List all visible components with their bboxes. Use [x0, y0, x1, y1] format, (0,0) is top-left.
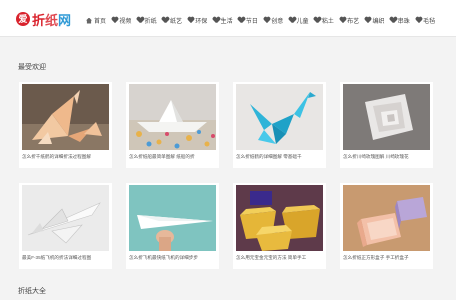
nav-item-knitting[interactable]: 编织: [364, 16, 384, 25]
card-caption[interactable]: 怎么折纸鹤的详细图解 零基础千: [236, 154, 324, 160]
thumbnail-ingots[interactable]: [236, 185, 323, 251]
nav-item-felt[interactable]: 毛毡: [415, 16, 435, 25]
card-caption[interactable]: 怎么折纸船最简单图解 纸船的折: [129, 154, 217, 160]
thumbnail-plane[interactable]: [129, 185, 216, 251]
card-caption[interactable]: 怎么折川崎玫瑰图解 川崎玫瑰花: [343, 154, 431, 160]
heart-icon: [111, 17, 118, 24]
nav-item-festival[interactable]: 节日: [238, 16, 258, 25]
heart-icon: [364, 17, 371, 24]
article-card[interactable]: 怎么折纸鹤的详细图解 零基础千: [233, 82, 326, 168]
logo-badge: 爱: [16, 12, 30, 26]
logo-text: 折纸网: [32, 12, 72, 28]
article-card[interactable]: 怎么折纸船最简单图解 纸船的折: [126, 82, 219, 168]
card-caption[interactable]: 怎么折飞机最快纸飞机的详细步步: [129, 255, 217, 261]
heart-icon: [213, 17, 220, 24]
main-nav: 首页 视频 折纸 纸艺 环保 生活 节日 创意 儿童 粘土 布艺 编织 串珠 毛…: [86, 16, 440, 25]
article-card[interactable]: 最美F-35纸飞机的折法详细过程图: [19, 183, 112, 269]
thumbnail-boat[interactable]: [129, 84, 216, 150]
thumbnail-jet[interactable]: [22, 185, 109, 251]
heart-icon: [238, 17, 245, 24]
home-icon: [86, 17, 92, 24]
nav-item-beads[interactable]: 串珠: [390, 16, 410, 25]
thumbnail-rose[interactable]: [343, 84, 430, 150]
heart-icon: [137, 17, 144, 24]
site-logo[interactable]: 爱 折纸网: [16, 11, 72, 28]
card-caption[interactable]: 最美F-35纸飞机的折法详细过程图: [22, 255, 110, 261]
section-title-all: 折纸大全: [18, 288, 46, 295]
nav-item-creative[interactable]: 创意: [263, 16, 283, 25]
nav-item-home[interactable]: 首页: [86, 16, 106, 25]
nav-item-kids[interactable]: 儿童: [289, 16, 309, 25]
nav-item-eco[interactable]: 环保: [187, 16, 207, 25]
nav-item-video[interactable]: 视频: [111, 16, 131, 25]
heart-icon: [314, 17, 321, 24]
top-navigation-bar: 爱 折纸网 首页 视频 折纸 纸艺 环保 生活 节日 创意 儿童 粘土 布艺 编…: [0, 0, 456, 37]
nav-item-origami[interactable]: 折纸: [137, 16, 157, 25]
heart-icon: [263, 17, 270, 24]
card-caption[interactable]: 怎么折纸正方形盒子 手工折盒子: [343, 255, 431, 261]
card-caption[interactable]: 怎么折千纸鹤的详细折法过程图解: [22, 154, 110, 160]
thumbnail-boxes[interactable]: [343, 185, 430, 251]
heart-icon: [162, 17, 169, 24]
article-card[interactable]: 怎么折千纸鹤的详细折法过程图解: [19, 82, 112, 168]
nav-item-clay[interactable]: 粘土: [314, 16, 334, 25]
heart-icon: [339, 17, 346, 24]
section-title-popular: 最受欢迎: [18, 64, 46, 71]
nav-item-fabric[interactable]: 布艺: [339, 16, 359, 25]
heart-icon: [187, 17, 194, 24]
nav-item-life[interactable]: 生活: [213, 16, 233, 25]
article-card[interactable]: 怎么用元宝金元宝的方法 简单手工: [233, 183, 326, 269]
heart-icon: [390, 17, 397, 24]
heart-icon: [415, 17, 422, 24]
card-caption[interactable]: 怎么用元宝金元宝的方法 简单手工: [236, 255, 324, 261]
heart-icon: [289, 17, 296, 24]
nav-item-paper-art[interactable]: 纸艺: [162, 16, 182, 25]
thumbnail-blue-crane[interactable]: [236, 84, 323, 150]
article-card[interactable]: 怎么折川崎玫瑰图解 川崎玫瑰花: [340, 82, 433, 168]
article-card[interactable]: 怎么折飞机最快纸飞机的详细步步: [126, 183, 219, 269]
article-card[interactable]: 怎么折纸正方形盒子 手工折盒子: [340, 183, 433, 269]
thumbnail-crane-set[interactable]: [22, 84, 109, 150]
